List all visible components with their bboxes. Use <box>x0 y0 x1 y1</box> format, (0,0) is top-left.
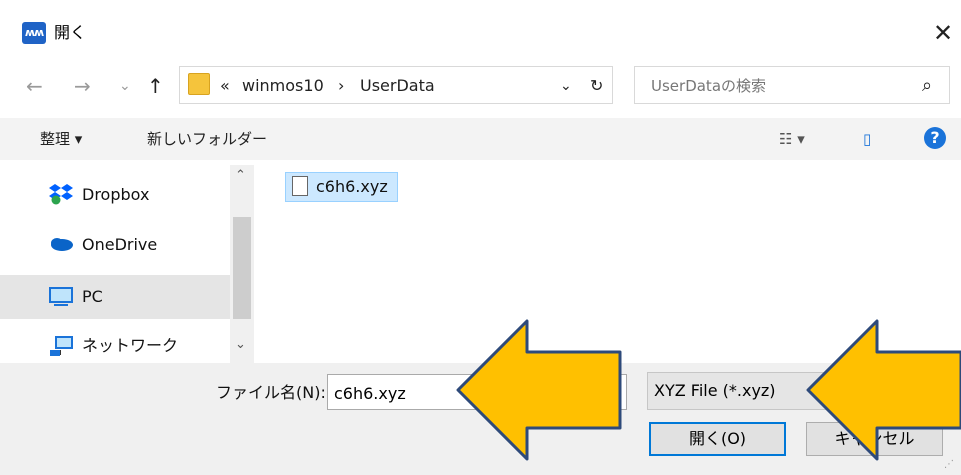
filename-label: ファイル名(N): <box>216 383 326 402</box>
sidebar-item-label: ネットワーク <box>82 336 179 355</box>
app-icon: ʍʍ <box>22 22 46 44</box>
sidebar-item-label: OneDrive <box>82 235 158 254</box>
up-arrow-icon[interactable]: ↑ <box>147 75 164 97</box>
onedrive-icon <box>51 238 73 251</box>
breadcrumb-separator[interactable]: › <box>338 75 344 97</box>
view-options-icon[interactable]: ☷ ▾ <box>779 128 805 150</box>
breadcrumb-winmos10[interactable]: winmos10 <box>242 75 324 97</box>
cancel-button[interactable]: キャンセル <box>806 422 943 456</box>
command-bar <box>0 118 961 160</box>
new-folder-button[interactable]: 新しいフォルダー <box>147 128 267 150</box>
refresh-icon[interactable]: ↻ <box>590 75 603 97</box>
sidebar-item-pc[interactable] <box>0 275 230 319</box>
dropbox-icon <box>49 184 73 205</box>
forward-arrow-icon[interactable]: → <box>74 75 91 97</box>
back-arrow-icon[interactable]: ← <box>26 75 43 97</box>
network-icon <box>50 336 73 356</box>
pc-icon <box>49 287 73 306</box>
search-icon[interactable]: ⌕ <box>922 75 932 97</box>
window-title: 開く <box>54 23 87 42</box>
breadcrumb-userdata[interactable]: UserData <box>360 75 435 97</box>
title-bar <box>0 0 961 58</box>
folder-icon <box>188 73 210 95</box>
sidebar-item-label: Dropbox <box>82 185 150 204</box>
help-icon[interactable]: ? <box>924 127 946 149</box>
breadcrumb-overflow[interactable]: « <box>220 75 230 97</box>
file-name: c6h6.xyz <box>316 177 388 196</box>
filetype-value: XYZ File (*.xyz) <box>654 381 776 400</box>
address-dropdown-icon[interactable]: ⌄ <box>560 75 572 97</box>
scroll-up-icon[interactable]: ⌃ <box>235 168 246 183</box>
close-button[interactable]: ✕ <box>925 16 961 50</box>
resize-grip-icon[interactable]: ⋰ <box>944 458 958 472</box>
search-placeholder: UserDataの検索 <box>651 77 767 95</box>
preview-pane-icon[interactable]: ▯ <box>863 128 871 150</box>
document-icon <box>292 176 308 196</box>
filename-value: c6h6.xyz <box>334 384 406 403</box>
recent-locations-icon[interactable]: ⌄ <box>119 75 131 97</box>
scroll-down-icon[interactable]: ⌄ <box>235 337 246 352</box>
scroll-thumb[interactable] <box>233 217 251 319</box>
open-button[interactable]: 開く(O) <box>649 422 786 456</box>
organize-button[interactable]: 整理 ▾ <box>40 128 82 150</box>
sidebar-item-label: PC <box>82 287 103 306</box>
